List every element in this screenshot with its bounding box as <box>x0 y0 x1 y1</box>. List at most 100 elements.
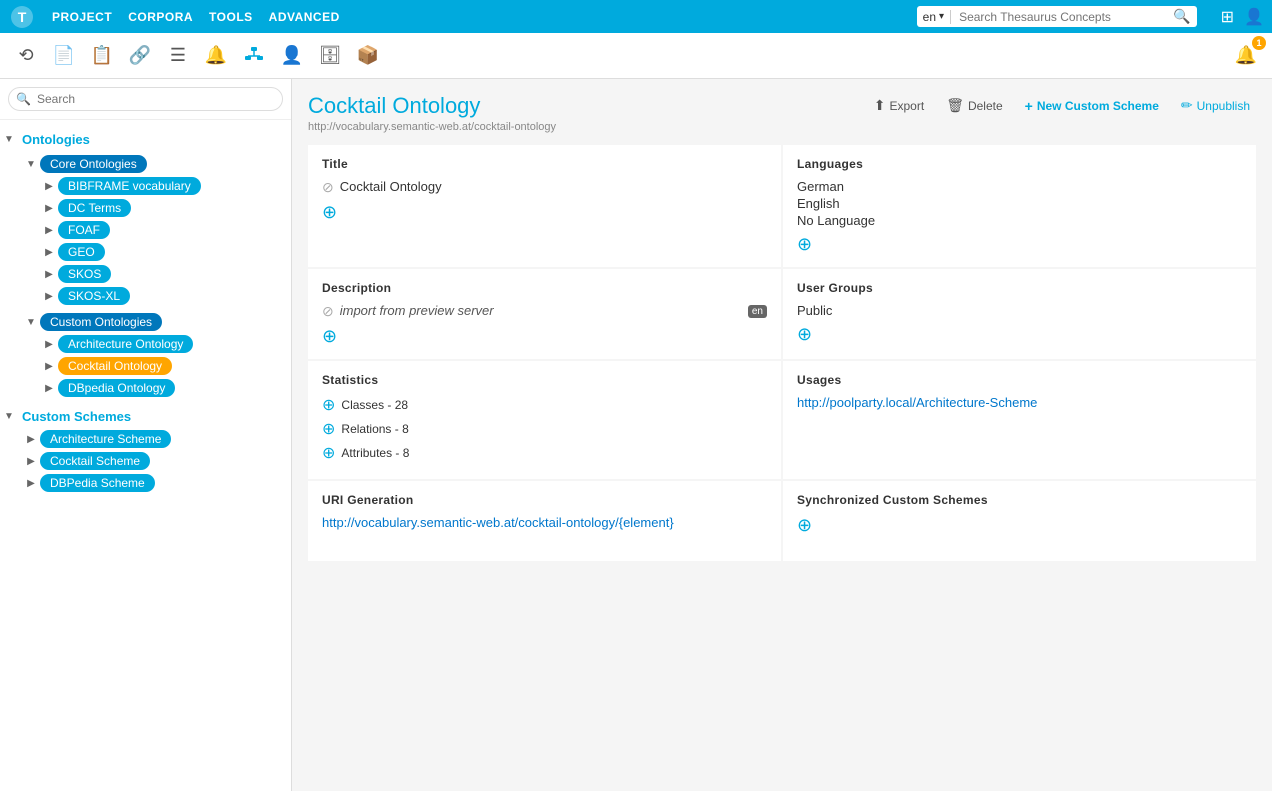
core-ontologies-arrow: ▼ <box>26 159 36 170</box>
title-card-add-btn[interactable]: ⊕ <box>322 202 767 223</box>
core-ontologies-row[interactable]: ▼ Core Ontologies <box>22 153 287 175</box>
dbpedia-ontology-arrow: ▶ <box>44 383 54 394</box>
languages-card-add-btn[interactable]: ⊕ <box>797 234 1242 255</box>
export-label: Export <box>890 99 925 113</box>
person-icon[interactable]: 👤 <box>276 40 308 72</box>
user-account-icon[interactable]: 👤 <box>1244 7 1264 27</box>
usages-value[interactable]: http://poolparty.local/Architecture-Sche… <box>797 395 1242 410</box>
tree-item-skos-xl[interactable]: ▶ SKOS-XL <box>40 285 287 307</box>
cocktail-ontology-label[interactable]: Cocktail Ontology <box>58 357 172 375</box>
stat-relations-add[interactable]: ⊕ <box>322 419 335 439</box>
description-card-value-row: ⊘ import from preview server en <box>322 303 767 320</box>
description-card-add-btn[interactable]: ⊕ <box>322 326 767 347</box>
stat-attributes-add[interactable]: ⊕ <box>322 443 335 463</box>
clipboard-icon[interactable]: 📋 <box>86 40 118 72</box>
skos-arrow: ▶ <box>44 269 54 280</box>
content-area: Cocktail Ontology http://vocabulary.sema… <box>292 79 1272 791</box>
grid-icon[interactable]: ⊞ <box>1221 7 1234 27</box>
menu-tools[interactable]: TOOLS <box>209 10 253 24</box>
bibframe-label[interactable]: BIBFRAME vocabulary <box>58 177 201 195</box>
new-custom-scheme-button[interactable]: + New Custom Scheme <box>1019 94 1165 118</box>
stat-classes-add[interactable]: ⊕ <box>322 395 335 415</box>
title-area: Cocktail Ontology http://vocabulary.sema… <box>308 93 556 133</box>
stat-relations-row: ⊕ Relations - 8 <box>322 419 767 439</box>
bibframe-arrow: ▶ <box>44 181 54 192</box>
document-icon[interactable]: 📄 <box>48 40 80 72</box>
delete-button[interactable]: 🗑 Delete <box>940 93 1008 118</box>
title-edit-icon[interactable]: ⊘ <box>322 179 334 196</box>
tree-custom-ontologies: ▼ Custom Ontologies ▶ Architecture Ontol… <box>22 309 287 401</box>
custom-schemes-root-row[interactable]: ▼ Custom Schemes <box>4 405 287 428</box>
languages-card-heading: Languages <box>797 157 1242 171</box>
foaf-label[interactable]: FOAF <box>58 221 110 239</box>
geo-label[interactable]: GEO <box>58 243 105 261</box>
tree-item-foaf[interactable]: ▶ FOAF <box>40 219 287 241</box>
tree-item-dc-terms[interactable]: ▶ DC Terms <box>40 197 287 219</box>
stat-classes-value: Classes - 28 <box>341 398 408 412</box>
hierarchy-icon[interactable] <box>238 40 270 72</box>
lang-dropdown-icon[interactable]: ▾ <box>939 11 944 22</box>
sidebar-search-icon: 🔍 <box>16 92 31 106</box>
dbpedia-scheme-label[interactable]: DBPedia Scheme <box>40 474 155 492</box>
tree-item-architecture-ontology[interactable]: ▶ Architecture Ontology <box>40 333 287 355</box>
language-selector[interactable]: en ▾ <box>923 10 951 24</box>
menu-advanced[interactable]: ADVANCED <box>269 10 340 24</box>
top-nav-user-icons: ⊞ 👤 <box>1221 7 1264 27</box>
languages-card: Languages German English No Language ⊕ <box>783 145 1256 267</box>
ontologies-label[interactable]: Ontologies <box>18 128 94 151</box>
custom-schemes-label[interactable]: Custom Schemes <box>18 405 135 428</box>
tree-item-skos[interactable]: ▶ SKOS <box>40 263 287 285</box>
page-url[interactable]: http://vocabulary.semantic-web.at/cockta… <box>308 121 556 133</box>
skos-label[interactable]: SKOS <box>58 265 111 283</box>
bell-icon[interactable]: 🔔 <box>200 40 232 72</box>
architecture-ontology-label[interactable]: Architecture Ontology <box>58 335 193 353</box>
ontologies-root-row[interactable]: ▼ Ontologies <box>4 128 287 151</box>
menu-project[interactable]: PROJECT <box>52 10 112 24</box>
user-groups-card-heading: User Groups <box>797 281 1242 295</box>
custom-ontologies-arrow: ▼ <box>26 317 36 328</box>
logo[interactable]: T <box>8 3 36 31</box>
user-groups-value: Public <box>797 303 1242 318</box>
core-ontologies-label[interactable]: Core Ontologies <box>40 155 147 173</box>
uri-generation-value: http://vocabulary.semantic-web.at/cockta… <box>322 515 767 530</box>
dc-terms-label[interactable]: DC Terms <box>58 199 131 217</box>
description-edit-icon[interactable]: ⊘ <box>322 303 334 320</box>
notification-area[interactable]: 🔔 1 <box>1230 40 1262 72</box>
cocktail-scheme-label[interactable]: Cocktail Scheme <box>40 452 150 470</box>
description-card-value: import from preview server <box>340 303 494 318</box>
home-icon[interactable]: ⟲ <box>10 40 42 72</box>
svg-text:T: T <box>18 9 27 25</box>
skos-xl-label[interactable]: SKOS-XL <box>58 287 130 305</box>
tree-item-architecture-scheme[interactable]: ▶ Architecture Scheme <box>22 428 287 450</box>
dbpedia-ontology-label[interactable]: DBpedia Ontology <box>58 379 175 397</box>
description-card-heading: Description <box>322 281 767 295</box>
link-icon[interactable]: 🔗 <box>124 40 156 72</box>
user-groups-add-btn[interactable]: ⊕ <box>797 324 1242 345</box>
list-icon[interactable]: ☰ <box>162 40 194 72</box>
architecture-scheme-label[interactable]: Architecture Scheme <box>40 430 171 448</box>
menu-corpora[interactable]: CORPORA <box>128 10 193 24</box>
uri-generation-heading: URI Generation <box>322 493 767 507</box>
tree-item-dbpedia-scheme[interactable]: ▶ DBPedia Scheme <box>22 472 287 494</box>
tree-section-ontologies: ▼ Ontologies ▼ Core Ontologies ▶ BI <box>4 126 287 403</box>
tree-item-bibframe[interactable]: ▶ BIBFRAME vocabulary <box>40 175 287 197</box>
tree-item-cocktail-ontology[interactable]: ▶ Cocktail Ontology <box>40 355 287 377</box>
tree-item-dbpedia-ontology[interactable]: ▶ DBpedia Ontology <box>40 377 287 399</box>
custom-schemes-arrow: ▼ <box>4 411 14 422</box>
usages-card-heading: Usages <box>797 373 1242 387</box>
unpublish-button[interactable]: ✏ Unpublish <box>1175 93 1256 118</box>
sidebar-search-input[interactable] <box>8 87 283 111</box>
search-icon[interactable]: 🔍 <box>1173 8 1190 25</box>
synchronized-add-btn[interactable]: ⊕ <box>797 515 1242 536</box>
database-icon[interactable]: 🗄 <box>314 40 346 72</box>
content-header: Cocktail Ontology http://vocabulary.sema… <box>308 93 1256 133</box>
export-button[interactable]: ⬆ Export <box>868 93 930 118</box>
sidebar-tree: ▼ Ontologies ▼ Core Ontologies ▶ BI <box>0 120 291 502</box>
server-icon[interactable]: 📦 <box>352 40 384 72</box>
tree-item-cocktail-scheme[interactable]: ▶ Cocktail Scheme <box>22 450 287 472</box>
custom-ontologies-row[interactable]: ▼ Custom Ontologies <box>22 311 287 333</box>
thesaurus-search-input[interactable] <box>959 10 1167 24</box>
tree-item-geo[interactable]: ▶ GEO <box>40 241 287 263</box>
unpublish-icon: ✏ <box>1181 97 1193 114</box>
custom-ontologies-label[interactable]: Custom Ontologies <box>40 313 162 331</box>
